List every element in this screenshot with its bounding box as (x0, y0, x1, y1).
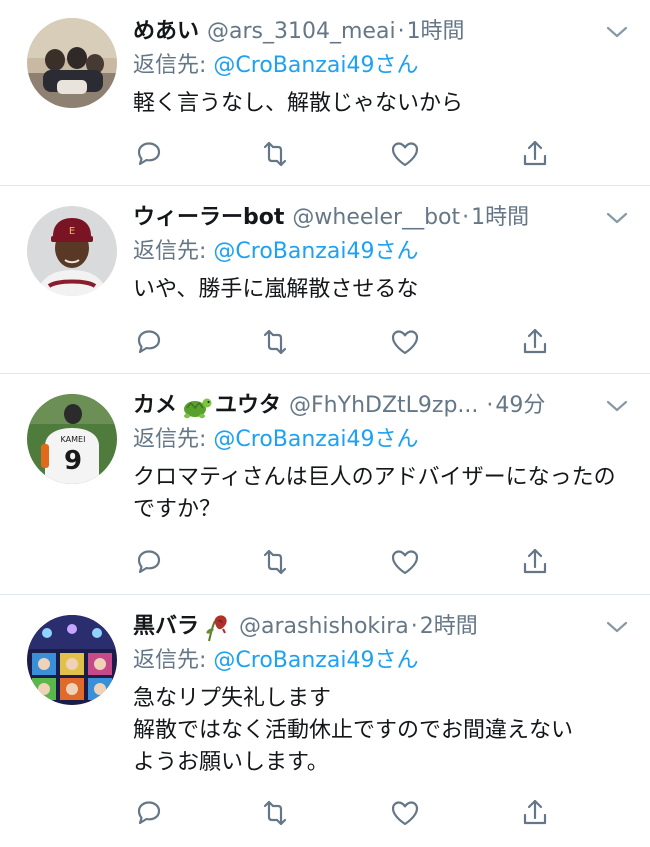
reply-icon[interactable] (133, 797, 165, 829)
share-icon[interactable] (519, 797, 551, 829)
tweet[interactable]: めあい @ars_3104_meai · 1時間 返信先: @CroBanzai… (0, 0, 650, 186)
retweet-icon[interactable] (259, 546, 291, 578)
chevron-down-icon[interactable] (604, 206, 630, 230)
avatar[interactable] (27, 615, 117, 705)
reply-target-link[interactable]: @CroBanzai49さん (213, 239, 418, 264)
reply-icon[interactable] (133, 138, 165, 170)
share-icon[interactable] (519, 138, 551, 170)
retweet-icon[interactable] (259, 326, 291, 358)
avatar[interactable]: E (27, 206, 117, 296)
reply-target-link[interactable]: @CroBanzai49さん (213, 648, 418, 673)
avatar[interactable] (27, 18, 117, 108)
tweet-text: 急なリプ失礼します 解散ではなく活動休止ですのでお間違えない ようお願いします。 (133, 686, 574, 775)
tweet-text: いや、勝手に嵐解散させるな (133, 277, 419, 302)
tweet-header: 黒バラ @arashishokira · 2時間 (133, 609, 630, 645)
turtle-emoji (184, 398, 212, 419)
tweet-actions (133, 797, 553, 833)
reply-target-link[interactable]: @CroBanzai49さん (213, 53, 418, 78)
heart-icon[interactable] (389, 546, 421, 578)
display-name[interactable]: ウィーラーbot (133, 200, 284, 236)
tweet-header: めあい @ars_3104_meai · 1時間 (133, 14, 630, 50)
display-name-suffix[interactable]: ユウタ (215, 388, 281, 424)
avatar[interactable]: 9 KAMEI (27, 394, 117, 484)
separator-dot: · (462, 205, 470, 230)
chevron-down-icon[interactable] (604, 394, 630, 418)
user-handle[interactable]: @FhYhDZtL9zp... (289, 388, 478, 424)
user-handle[interactable]: @arashishokira (239, 609, 409, 645)
tweet-actions (133, 138, 553, 174)
svg-text:KAMEI: KAMEI (61, 435, 86, 444)
reply-context: 返信先: @CroBanzai49さん (133, 50, 630, 82)
user-handle[interactable]: @ars_3104_meai (207, 14, 396, 50)
heart-icon[interactable] (389, 326, 421, 358)
tweet-text: クロマティさんは巨人のアドバイザーになったのですか？ (133, 465, 616, 522)
tweet-header: カメ ユウタ @FhYhDZtL9zp... · 49分 (133, 388, 630, 424)
reply-context: 返信先: @CroBanzai49さん (133, 236, 630, 268)
share-icon[interactable] (519, 326, 551, 358)
separator-dot: · (410, 614, 418, 639)
reply-feed: めあい @ars_3104_meai · 1時間 返信先: @CroBanzai… (0, 0, 650, 847)
tweet-header: ウィーラーbot @wheeler__bot · 1時間 (133, 200, 630, 236)
display-name[interactable]: カメ (133, 388, 177, 424)
share-icon[interactable] (519, 546, 551, 578)
heart-icon[interactable] (389, 797, 421, 829)
tweet-actions (133, 546, 553, 582)
tweet[interactable]: 9 KAMEI カメ ユウタ @FhYhDZtL9zp... · 49分 返信先… (0, 374, 650, 595)
tweet[interactable]: 黒バラ @arashishokira · 2時間 返信先: @CroBanzai… (0, 595, 650, 847)
tweet-actions (133, 326, 553, 362)
tweet[interactable]: E ウィーラーbot @wheeler__bot · 1時間 返信先: @Cro… (0, 186, 650, 374)
reply-icon[interactable] (133, 326, 165, 358)
timestamp[interactable]: 1時間 (471, 200, 529, 236)
display-name[interactable]: めあい (133, 14, 199, 50)
wilted-rose-emoji (206, 615, 227, 642)
chevron-down-icon[interactable] (604, 615, 630, 639)
tweet-text: 軽く言うなし、解散じゃないから (133, 91, 464, 116)
reply-context: 返信先: @CroBanzai49さん (133, 424, 630, 456)
display-name[interactable]: 黒バラ (133, 609, 199, 645)
reply-prefix: 返信先: (133, 53, 214, 78)
user-handle[interactable]: @wheeler__bot (292, 200, 460, 236)
reply-prefix: 返信先: (133, 648, 214, 673)
svg-text:9: 9 (64, 446, 82, 476)
svg-text:E: E (69, 226, 75, 237)
reply-prefix: 返信先: (133, 239, 214, 264)
separator-dot: · (397, 19, 405, 44)
reply-prefix: 返信先: (133, 427, 214, 452)
reply-target-link[interactable]: @CroBanzai49さん (213, 427, 418, 452)
timestamp[interactable]: 2時間 (420, 609, 478, 645)
separator-dot: · (486, 393, 494, 418)
timestamp[interactable]: 1時間 (407, 14, 465, 50)
timestamp[interactable]: 49分 (495, 388, 545, 424)
reply-icon[interactable] (133, 546, 165, 578)
retweet-icon[interactable] (259, 797, 291, 829)
chevron-down-icon[interactable] (604, 20, 630, 44)
retweet-icon[interactable] (259, 138, 291, 170)
heart-icon[interactable] (389, 138, 421, 170)
reply-context: 返信先: @CroBanzai49さん (133, 645, 630, 677)
